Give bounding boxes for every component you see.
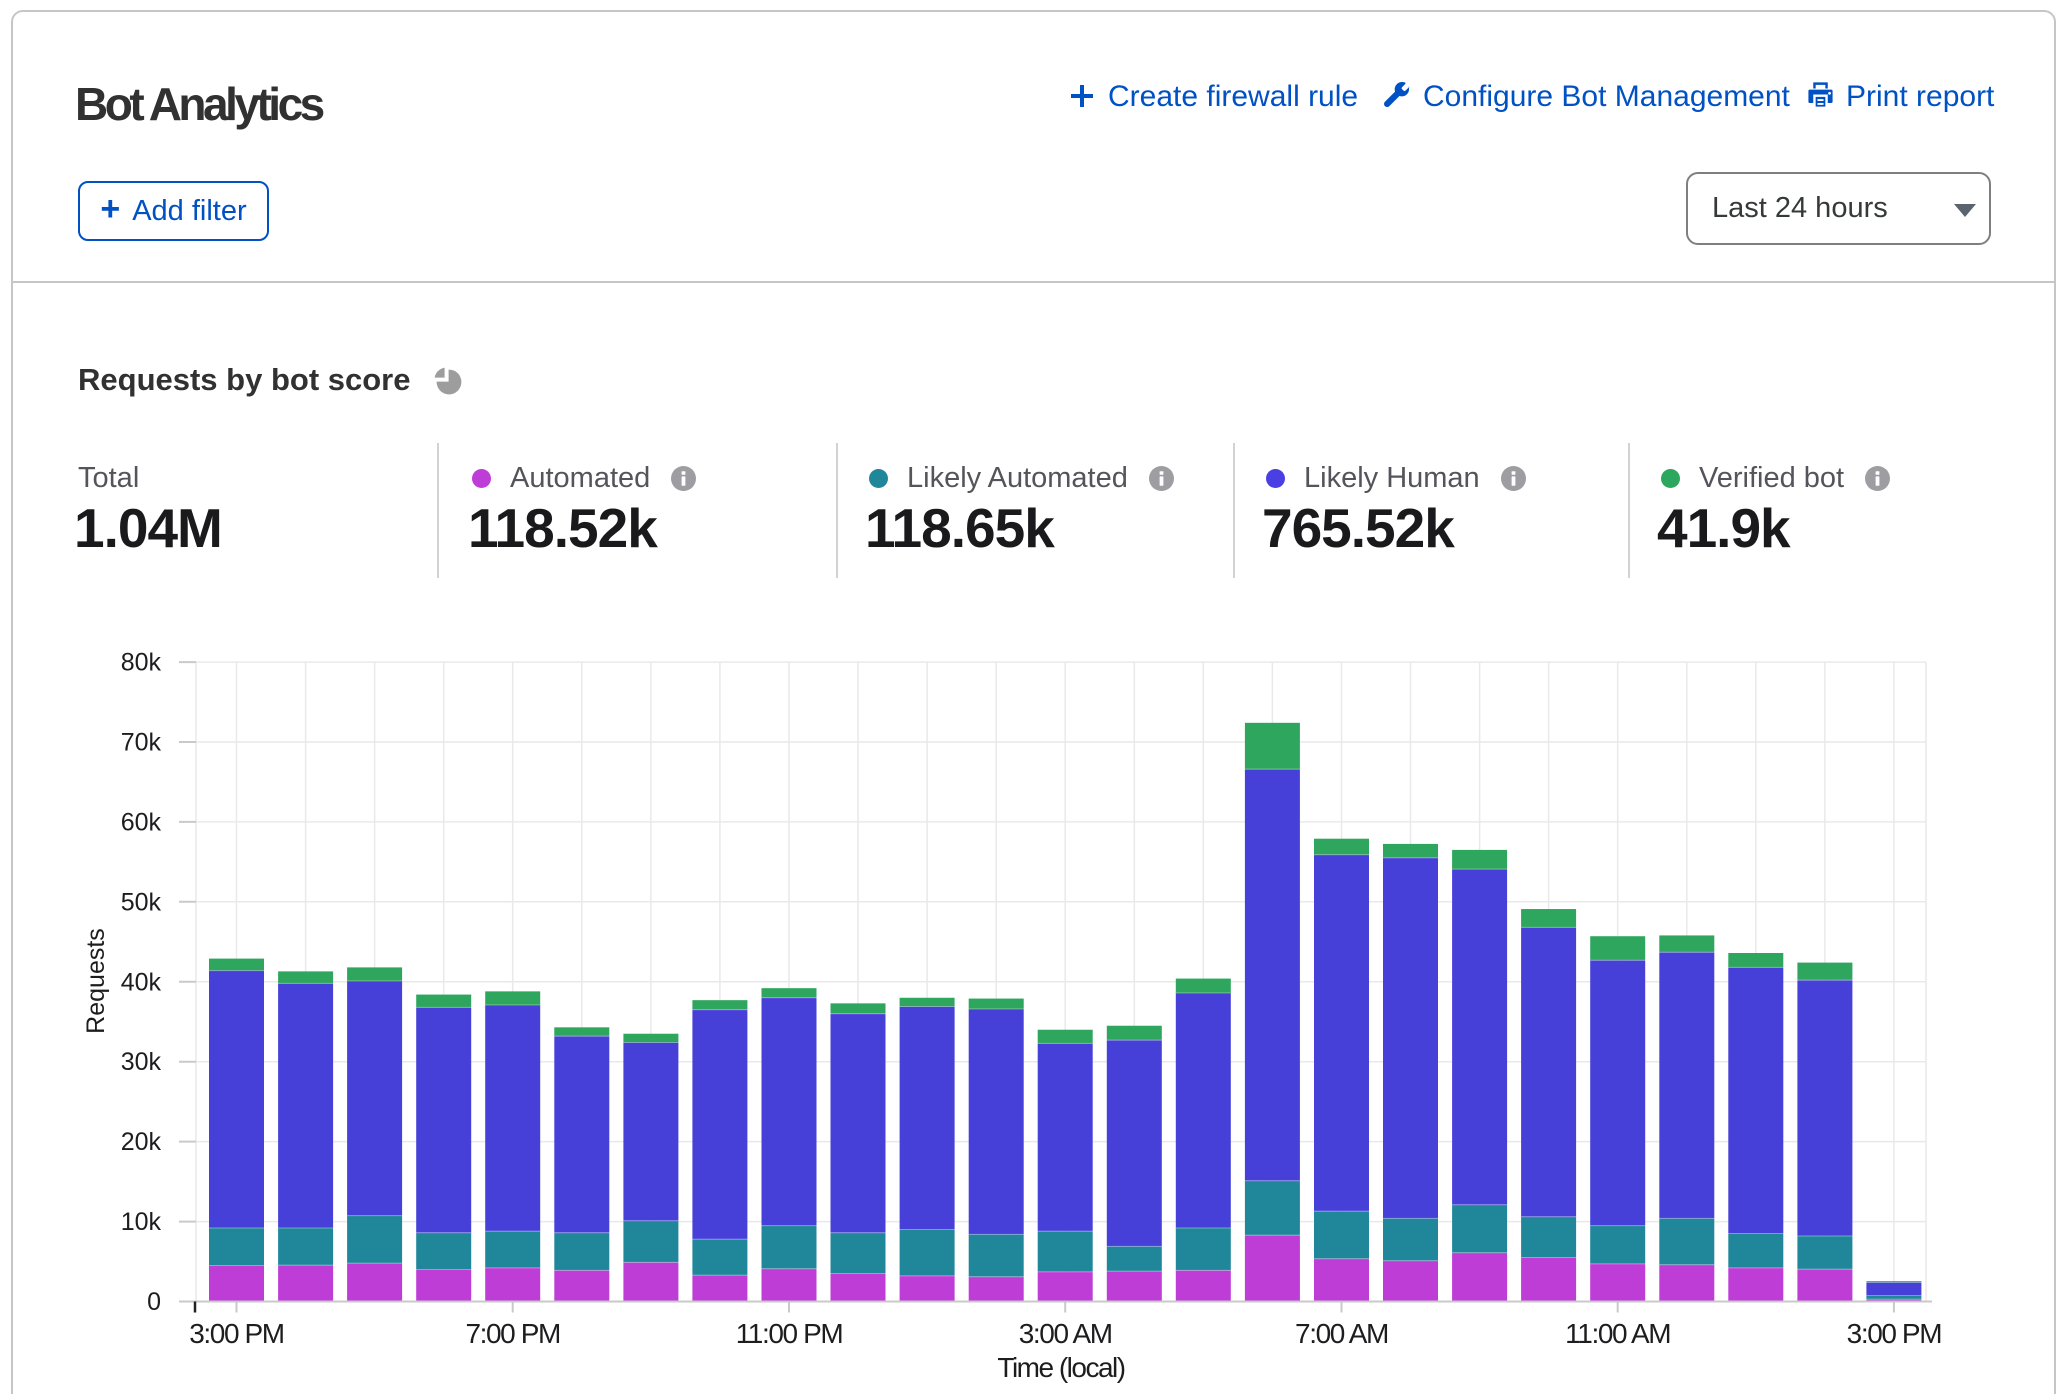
svg-text:50k: 50k [121, 888, 162, 916]
svg-text:Time (local): Time (local) [997, 1352, 1124, 1383]
svg-text:0: 0 [147, 1288, 161, 1316]
svg-text:20k: 20k [121, 1128, 162, 1156]
svg-text:30k: 30k [121, 1048, 162, 1076]
svg-text:60k: 60k [121, 808, 162, 836]
svg-text:11:00 AM: 11:00 AM [1565, 1318, 1670, 1349]
svg-text:3:00 PM: 3:00 PM [189, 1318, 284, 1349]
svg-text:3:00 PM: 3:00 PM [1847, 1318, 1942, 1349]
svg-text:11:00 PM: 11:00 PM [736, 1318, 843, 1349]
svg-text:Requests: Requests [82, 928, 110, 1034]
svg-text:10k: 10k [121, 1208, 162, 1236]
svg-text:7:00 AM: 7:00 AM [1295, 1318, 1388, 1349]
svg-text:70k: 70k [121, 729, 162, 757]
svg-text:80k: 80k [121, 649, 162, 677]
svg-text:40k: 40k [121, 968, 162, 996]
svg-text:3:00 AM: 3:00 AM [1019, 1318, 1112, 1349]
svg-text:7:00 PM: 7:00 PM [465, 1318, 560, 1349]
